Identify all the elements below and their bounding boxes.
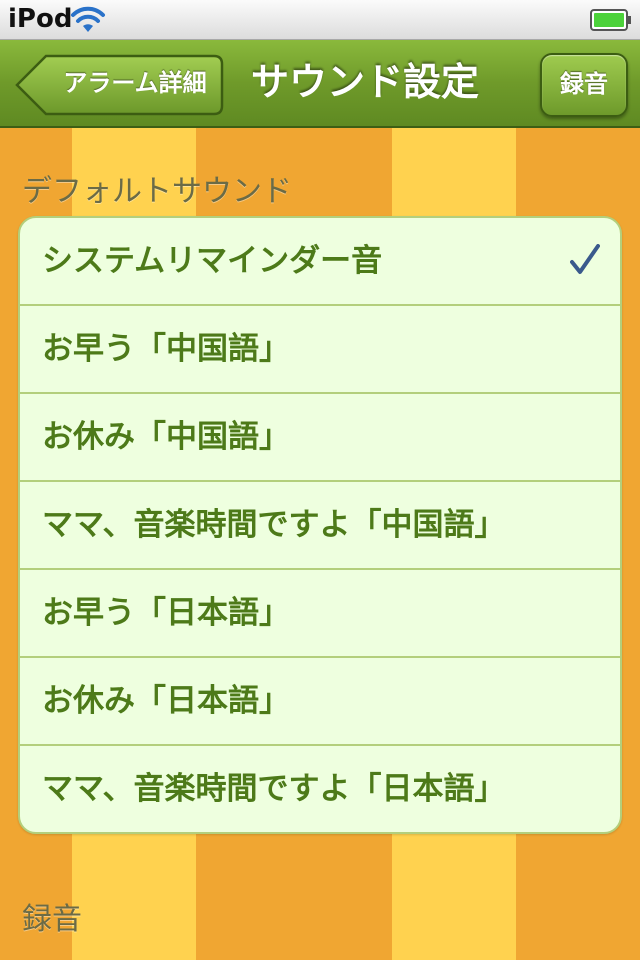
status-bar: iPod bbox=[0, 0, 640, 40]
sound-row-music-japanese[interactable]: ママ、音楽時間ですよ「日本語」 bbox=[20, 746, 620, 832]
section-header-default-sound: デフォルトサウンド bbox=[22, 174, 292, 209]
sound-row-system-reminder[interactable]: システムリマインダー音 bbox=[20, 218, 620, 306]
battery-icon bbox=[590, 9, 631, 31]
nav-bar: アラーム詳細 サウンド設定 録音 bbox=[0, 40, 640, 128]
sound-label: お早う「中国語」 bbox=[42, 331, 290, 367]
back-button[interactable]: アラーム詳細 bbox=[14, 53, 226, 117]
sound-row-music-chinese[interactable]: ママ、音楽時間ですよ「中国語」 bbox=[20, 482, 620, 570]
sound-label: お休み「日本語」 bbox=[42, 683, 290, 719]
sound-row-night-japanese[interactable]: お休み「日本語」 bbox=[20, 658, 620, 746]
carrier-label: iPod bbox=[8, 4, 73, 34]
sound-label: ママ、音楽時間ですよ「日本語」 bbox=[42, 771, 506, 807]
record-button[interactable]: 録音 bbox=[540, 53, 628, 117]
wifi-icon bbox=[71, 6, 105, 32]
back-button-label: アラーム詳細 bbox=[63, 69, 207, 97]
sound-row-morning-japanese[interactable]: お早う「日本語」 bbox=[20, 570, 620, 658]
sound-label: お休み「中国語」 bbox=[42, 419, 290, 455]
page-title: サウンド設定 bbox=[250, 60, 479, 104]
section-header-recording: 録音 bbox=[22, 902, 82, 937]
sound-label: システムリマインダー音 bbox=[42, 243, 383, 279]
sound-label: お早う「日本語」 bbox=[42, 595, 290, 631]
checkmark-icon bbox=[570, 244, 600, 274]
sound-label: ママ、音楽時間ですよ「中国語」 bbox=[42, 507, 506, 543]
sound-list: システムリマインダー音 お早う「中国語」 お休み「中国語」 ママ、音楽時間ですよ… bbox=[18, 216, 622, 834]
sound-row-night-chinese[interactable]: お休み「中国語」 bbox=[20, 394, 620, 482]
sound-row-morning-chinese[interactable]: お早う「中国語」 bbox=[20, 306, 620, 394]
